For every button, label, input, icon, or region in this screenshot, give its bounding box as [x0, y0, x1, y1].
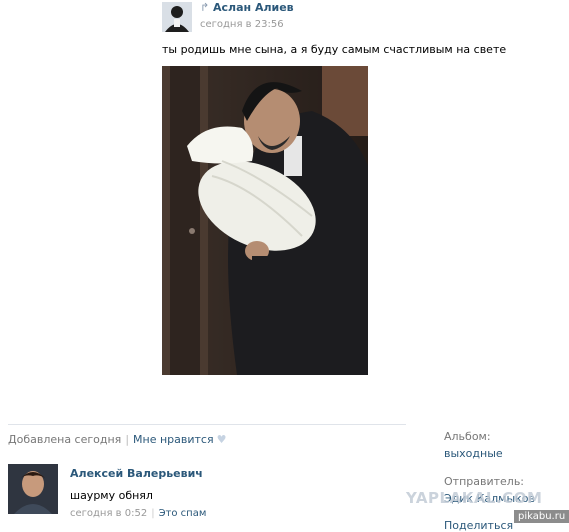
added-date: Добавлена сегодня	[8, 433, 122, 446]
yaplakal-watermark: YAPLAKAL.COM	[406, 489, 543, 507]
comment-text: шаурму обнял	[70, 489, 153, 502]
photo-footer: Добавлена сегодня | Мне нравится ♥	[8, 433, 226, 446]
heart-icon: ♥	[216, 433, 227, 446]
commenter-avatar[interactable]	[8, 464, 58, 514]
album-label: Альбом:	[444, 430, 491, 443]
share-link[interactable]: Поделиться	[444, 519, 513, 532]
post-photo[interactable]	[162, 66, 368, 375]
post-text: ты родишь мне сына, а я буду самым счаст…	[162, 43, 507, 56]
post-author-link[interactable]: ↱ Аслан Алиев	[200, 1, 294, 14]
like-button[interactable]: Мне нравится ♥	[133, 433, 226, 446]
report-spam-link[interactable]: Это спам	[159, 508, 207, 519]
repost-icon: ↱	[200, 1, 210, 14]
separator: |	[125, 433, 130, 446]
separator: |	[151, 508, 155, 519]
post-timestamp[interactable]: сегодня в 23:56	[200, 19, 284, 30]
comment-author-link[interactable]: Алексей Валерьевич	[70, 467, 203, 480]
pikabu-watermark: pikabu.ru	[514, 510, 569, 523]
comment-meta: сегодня в 0:52 | Это спам	[70, 508, 206, 519]
album-link[interactable]: выходные	[444, 447, 503, 460]
author-avatar[interactable]	[162, 2, 192, 32]
comment-timestamp[interactable]: сегодня в 0:52	[70, 508, 147, 519]
sender-label: Отправитель:	[444, 475, 525, 488]
divider	[8, 424, 406, 425]
